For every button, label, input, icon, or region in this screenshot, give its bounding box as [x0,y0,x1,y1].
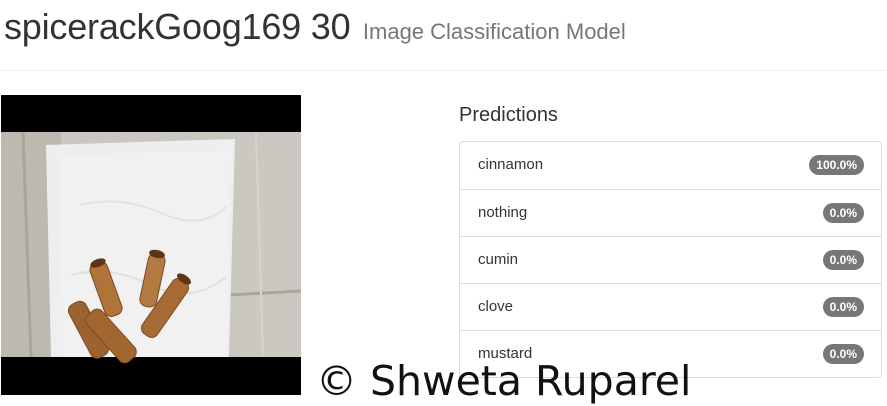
prediction-label: clove [478,298,514,315]
prediction-label: nothing [478,204,528,221]
model-name: spicerackGoog169 30 [4,6,351,47]
copyright-watermark: © Shweta Ruparel [316,357,692,405]
predictions-title: Predictions [459,104,558,126]
predictions-list: cinnamon 100.0% nothing 0.0% cumin 0.0% … [459,141,882,378]
header-divider [0,70,887,71]
prediction-score-badge: 0.0% [822,297,864,317]
prediction-score-badge: 0.0% [822,344,864,364]
prediction-item-cinnamon: cinnamon 100.0% [460,142,881,189]
prediction-label: cinnamon [478,156,544,173]
input-image [1,95,301,395]
prediction-item-nothing: nothing 0.0% [460,189,881,236]
cinnamon-photo [1,95,301,395]
prediction-item-cumin: cumin 0.0% [460,236,881,283]
prediction-score-badge: 0.0% [822,203,864,223]
page-header: spicerackGoog169 30 Image Classification… [4,6,626,48]
prediction-score-badge: 0.0% [822,250,864,270]
model-subtitle: Image Classification Model [362,19,626,44]
prediction-label: cumin [478,251,519,268]
prediction-item-clove: clove 0.0% [460,283,881,330]
prediction-score-badge: 100.0% [809,155,864,175]
